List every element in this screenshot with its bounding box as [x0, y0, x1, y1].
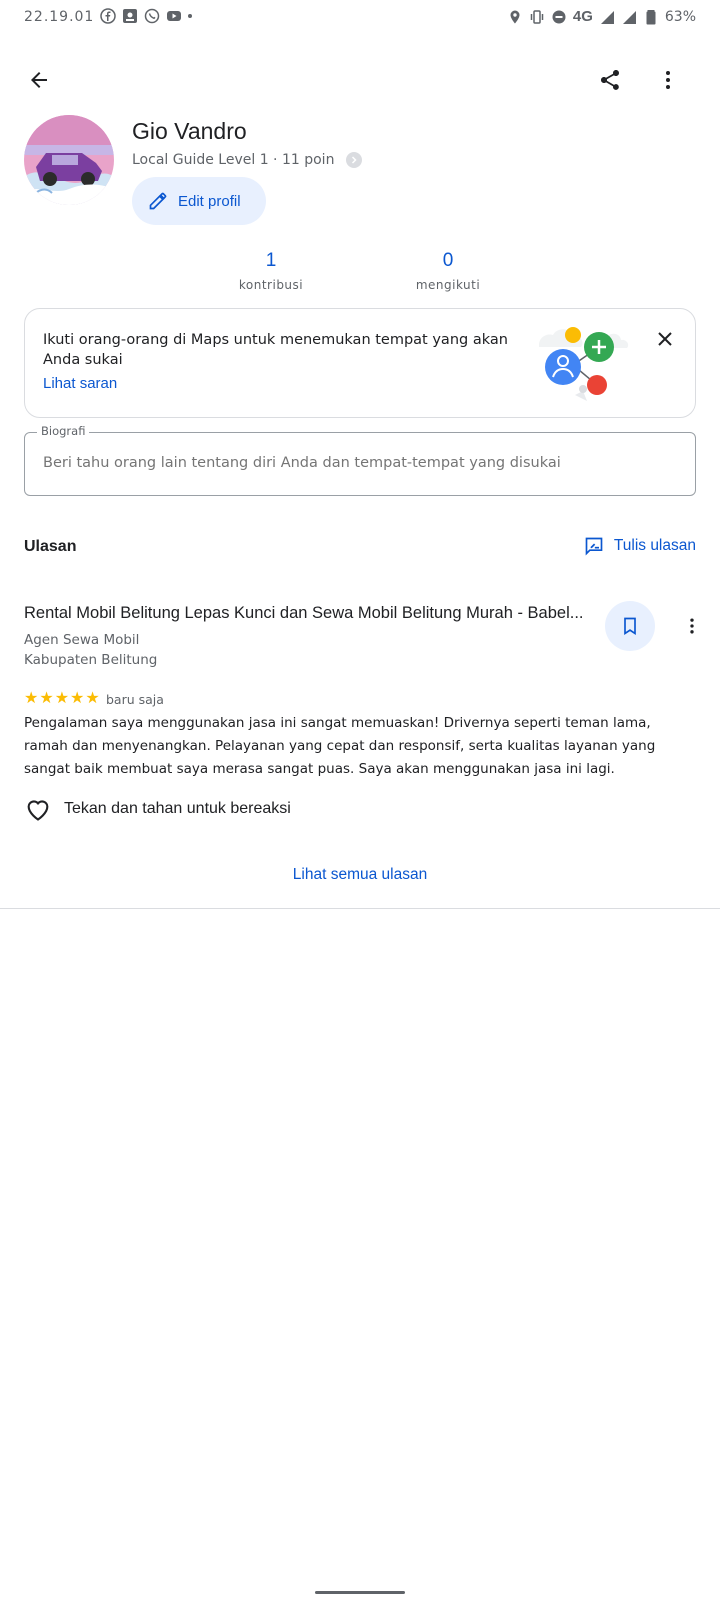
pencil-icon: [149, 192, 167, 210]
vibrate-icon: [530, 9, 544, 24]
more-vert-icon: [690, 618, 694, 634]
reviews-title: Ulasan: [24, 538, 77, 555]
chevron-right-icon: [346, 152, 363, 168]
profile-name: Gio Vandro: [132, 118, 247, 144]
bio-input[interactable]: [43, 455, 683, 471]
more-options-button[interactable]: [644, 56, 692, 104]
bio-label: Biografi: [37, 424, 90, 438]
following-stat[interactable]: 0 mengikuti: [388, 250, 508, 292]
facebook-icon: [100, 8, 116, 24]
back-arrow-icon: [31, 72, 47, 88]
following-label: mengikuti: [415, 278, 481, 292]
system-icons: 4G 63%: [507, 8, 696, 25]
gesture-nav-handle[interactable]: [315, 1591, 405, 1594]
write-review-button[interactable]: Tulis ulasan: [584, 536, 696, 556]
status-time: 22.19.01: [24, 9, 95, 25]
following-count: 0: [442, 250, 454, 271]
more-vert-icon: [666, 71, 670, 89]
signal-2-icon: [622, 10, 636, 24]
review-time: baru saja: [106, 692, 164, 707]
edit-profile-label: Edit profil: [178, 192, 241, 210]
contact-card-icon: [123, 9, 137, 23]
do-not-disturb-icon: [552, 10, 566, 23]
contributions-count: 1: [265, 250, 277, 271]
local-guide-level[interactable]: Local Guide Level 1 · 11 poin: [132, 152, 363, 168]
edit-profile-button[interactable]: Edit profil: [132, 177, 266, 225]
bookmark-icon: [624, 617, 636, 636]
follow-suggestion-card: Ikuti orang-orang di Maps untuk menemuka…: [24, 308, 696, 418]
heart-outline-icon: [27, 800, 49, 821]
battery-icon: [646, 9, 656, 24]
share-icon: [601, 70, 619, 90]
write-review-label: Tulis ulasan: [613, 537, 696, 554]
whatsapp-icon: [144, 8, 160, 24]
notification-icons: [100, 8, 192, 24]
review-more-button[interactable]: [676, 610, 708, 642]
star-icon: ★: [85, 688, 100, 707]
review-text: Pengalaman saya menggunakan jasa ini san…: [24, 715, 656, 777]
react-label: Tekan dan tahan untuk bereaksi: [64, 800, 291, 817]
star-icon: ★: [39, 688, 54, 707]
avatar-image: [24, 115, 114, 205]
back-button[interactable]: [15, 56, 63, 104]
suggestion-text: Ikuti orang-orang di Maps untuk menemuka…: [43, 332, 508, 368]
close-card-button[interactable]: [649, 323, 681, 355]
star-icon: ★: [54, 688, 70, 707]
network-type: 4G: [572, 8, 593, 25]
more-notifications-dot: [188, 14, 192, 18]
star-icon: ★: [70, 688, 85, 707]
bio-field[interactable]: Biografi: [24, 424, 696, 496]
avatar[interactable]: [24, 115, 114, 205]
share-button[interactable]: [586, 56, 634, 104]
battery-percent: 63%: [664, 8, 696, 25]
contributions-stat[interactable]: 1 kontribusi: [211, 250, 331, 292]
review-place-location: Kabupaten Belitung: [24, 652, 158, 668]
star-icon: ★: [24, 688, 39, 707]
signal-icon: [600, 10, 614, 24]
react-button[interactable]: Tekan dan tahan untuk bereaksi: [24, 796, 291, 822]
star-rating: ★ ★ ★ ★ ★: [24, 690, 100, 706]
rate-review-icon: [585, 537, 603, 556]
status-bar: 22.19.01 4G 63%: [0, 0, 720, 36]
location-icon: [510, 10, 520, 23]
people-illustration: [539, 327, 629, 401]
see-suggestions-link[interactable]: Lihat saran: [43, 375, 117, 392]
review-place-name[interactable]: Rental Mobil Belitung Lepas Kunci dan Se…: [24, 604, 584, 623]
level-text: Local Guide Level 1 · 11 poin: [132, 152, 335, 168]
close-icon: [658, 332, 672, 346]
see-all-reviews-link[interactable]: Lihat semua ulasan: [0, 866, 720, 884]
youtube-icon: [167, 11, 181, 21]
divider: [0, 908, 720, 909]
save-place-button[interactable]: [605, 601, 655, 651]
review-place-category: Agen Sewa Mobil: [24, 632, 140, 648]
contributions-label: kontribusi: [238, 278, 304, 292]
